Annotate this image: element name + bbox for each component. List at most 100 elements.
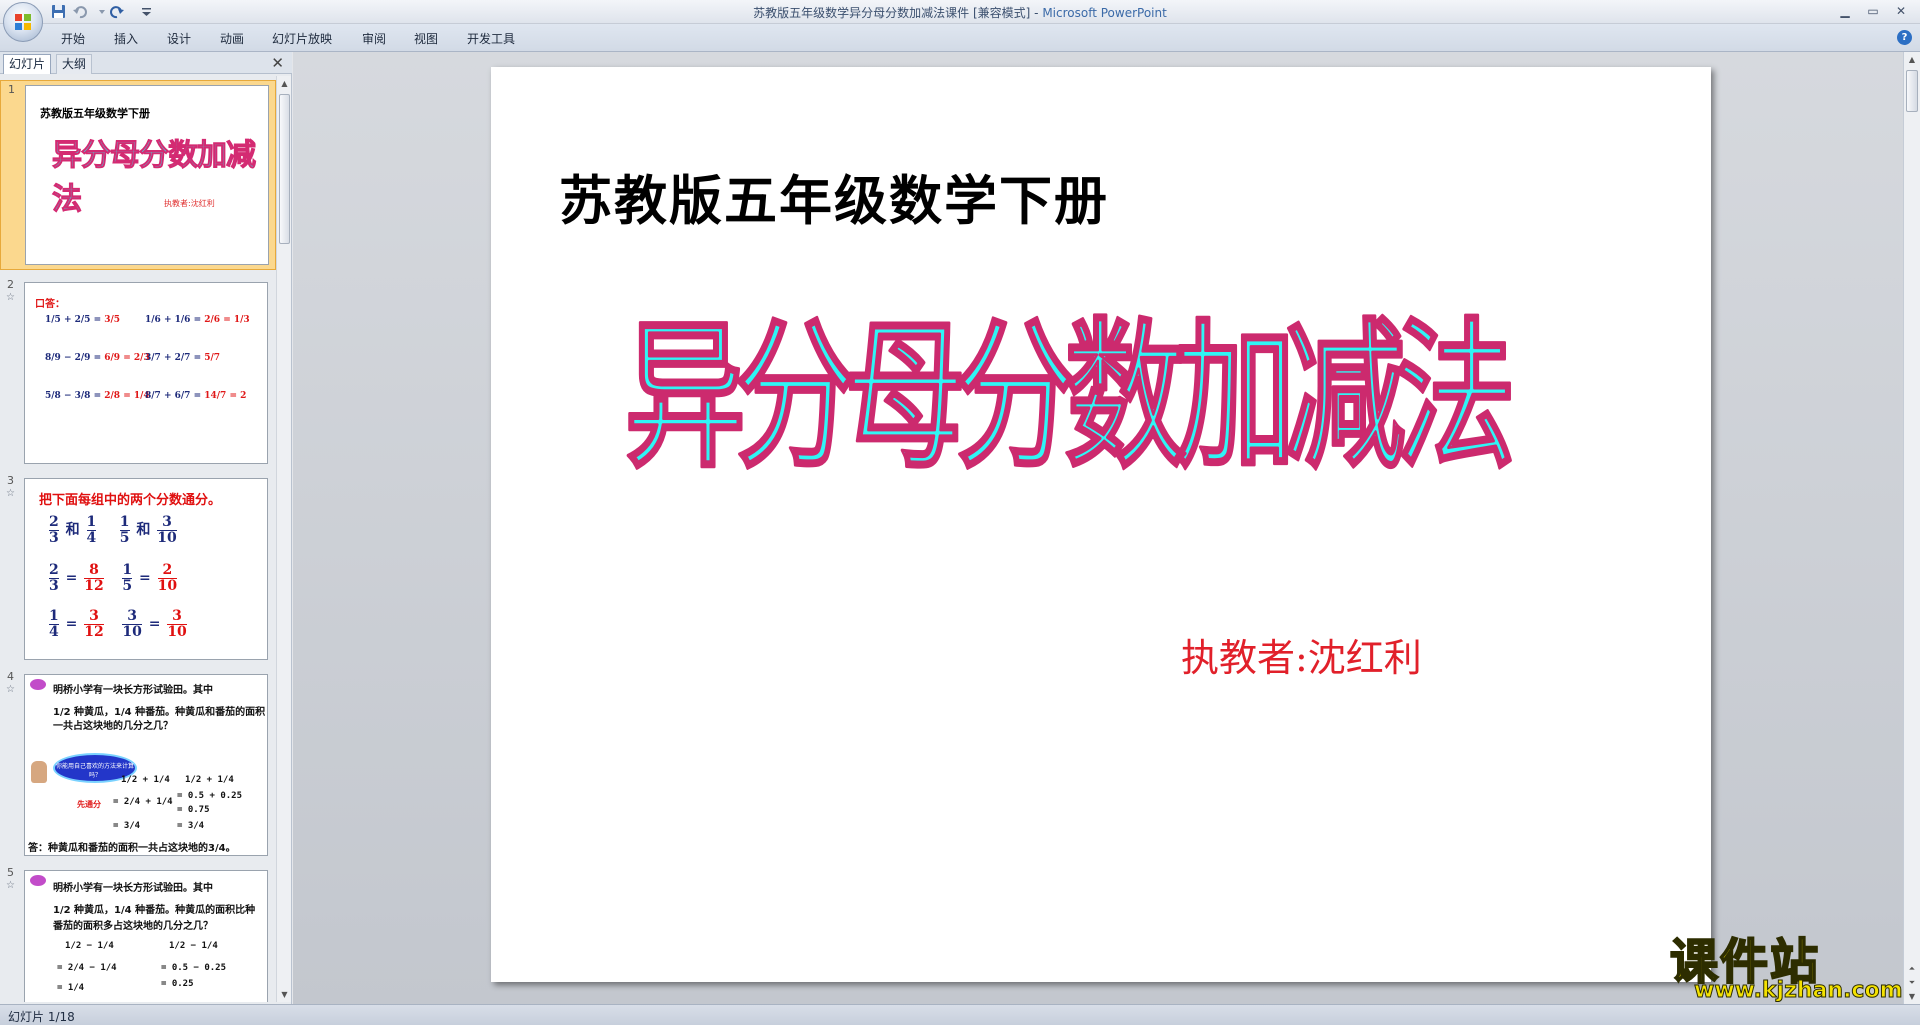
speech-bubble-icon: [30, 679, 46, 690]
thumb-method: 先通分: [77, 800, 101, 809]
slide-title-wordart[interactable]: 异分母分数加减法: [621, 292, 1522, 492]
slide-number: 1: [8, 83, 15, 96]
slide-thumbnail-2[interactable]: 2 ☆ 口答： 1/5 + 2/5 = 3/5 1/6 + 1/6 = 2/6 …: [0, 276, 276, 464]
ribbon-tabs: 开始 插入 设计 动画 幻灯片放映 审阅 视图 开发工具 ?: [0, 24, 1920, 52]
scroll-down-icon[interactable]: ▼: [277, 987, 292, 1002]
scroll-up-icon[interactable]: ▲: [1904, 52, 1920, 67]
animation-star-icon: ☆: [6, 292, 15, 303]
tab-design[interactable]: 设计: [167, 30, 191, 47]
window-title: 苏教版五年级数学异分母分数加减法课件 [兼容模式] - Microsoft Po…: [0, 4, 1920, 21]
thumb-calc: 1/2 − 1/4: [65, 941, 114, 951]
slide-number: 2: [7, 278, 14, 291]
help-icon[interactable]: ?: [1897, 30, 1912, 45]
watermark-url: www.kjzhan.com: [1694, 978, 1904, 1004]
slide-editor: 苏教版五年级数学下册 异分母分数加减法 执教者:沈红利: [293, 52, 1903, 1004]
thumbnails-scrollbar[interactable]: ▲ ▼: [276, 76, 291, 1002]
slide-thumbnail-5[interactable]: 5 ☆ 明桥小学有一块长方形试验田。其中 1/2 种黄瓜，1/4 种番茄。种黄瓜…: [0, 864, 276, 1002]
slide-counter: 幻灯片 1/18: [8, 1010, 75, 1024]
thumb-text: 1/2 种黄瓜，1/4 种番茄。种黄瓜和番茄的面积: [53, 707, 266, 718]
thumb-calc: = 3/4: [113, 821, 141, 831]
animation-star-icon: ☆: [6, 684, 15, 695]
previous-slide-icon[interactable]: ⏶: [1904, 961, 1920, 976]
thumb-text: 明桥小学有一块长方形试验田。其中: [53, 883, 213, 894]
slide-number: 3: [7, 474, 14, 487]
tab-animation[interactable]: 动画: [220, 30, 244, 47]
thumb-author: 执教者:沈红利: [164, 199, 215, 208]
thumb-line: 5/8 − 3/8 = 2/8 = 1/4: [45, 391, 150, 401]
thumb-row: 23 和 14 15 和 3 10: [49, 514, 177, 546]
thumb-subtitle: 苏教版五年级数学下册: [40, 107, 150, 120]
animation-star-icon: ☆: [6, 880, 15, 891]
slide-title: 异分母分数加减法: [625, 303, 1511, 490]
slide-thumbnail-1[interactable]: 1 苏教版五年级数学下册 异分母分数加减法 执教者:沈红利: [0, 80, 276, 270]
thumbnail-preview: 把下面每组中的两个分数通分。 23 和 14 15 和 3 10 23 = 8 12…: [24, 478, 268, 660]
close-panel-icon[interactable]: ✕: [271, 54, 284, 72]
slide-thumbnail-3[interactable]: 3 ☆ 把下面每组中的两个分数通分。 23 和 14 15 和 3 10 23 =…: [0, 472, 276, 660]
office-button[interactable]: [3, 2, 43, 42]
tab-home[interactable]: 开始: [61, 30, 85, 47]
panel-tabs: 幻灯片 大纲 ✕: [0, 52, 292, 74]
thumb-text: 明桥小学有一块长方形试验田。其中: [53, 685, 213, 696]
slide-thumbnails: 1 苏教版五年级数学下册 异分母分数加减法 执教者:沈红利 2 ☆ 口答： 1/…: [0, 76, 276, 1002]
office-logo-icon: [15, 14, 31, 30]
thumb-text: 1/2 种黄瓜，1/4 种番茄。种黄瓜的面积比种: [53, 905, 256, 916]
tab-developer[interactable]: 开发工具: [467, 30, 515, 47]
thumb-calc: = 2/4 − 1/4: [57, 963, 117, 973]
document-title: 苏教版五年级数学异分母分数加减法课件 [兼容模式] -: [753, 6, 1043, 20]
slide-subtitle[interactable]: 苏教版五年级数学下册: [559, 159, 1109, 235]
slide-canvas[interactable]: 苏教版五年级数学下册 异分母分数加减法 执教者:沈红利: [491, 67, 1711, 982]
watermark: 课件站 www.kjzhan.com: [1664, 922, 1904, 1004]
tab-view[interactable]: 视图: [414, 30, 438, 47]
thumb-calc: = 0.5 + 0.25: [177, 791, 243, 801]
slides-panel: 幻灯片 大纲 ✕ 1 苏教版五年级数学下册 异分母分数加减法 执教者:沈红利 2…: [0, 52, 292, 1004]
tab-outline[interactable]: 大纲: [56, 54, 93, 74]
thumbnail-preview: 口答： 1/5 + 2/5 = 3/5 1/6 + 1/6 = 2/6 = 1/…: [24, 282, 268, 464]
thumb-calc: = 2/4 + 1/4: [113, 797, 173, 807]
animation-star-icon: ☆: [6, 488, 15, 499]
thumb-title: 异分母分数加减法: [52, 138, 257, 218]
editor-scrollbar[interactable]: ▲ ⏶ ⏷ ▼: [1903, 52, 1920, 1004]
maximize-icon[interactable]: ▭: [1860, 2, 1886, 20]
thumbnail-preview: 明桥小学有一块长方形试验田。其中 1/2 种黄瓜，1/4 种番茄。种黄瓜和番茄的…: [24, 674, 268, 856]
next-slide-icon[interactable]: ⏷: [1904, 975, 1920, 990]
title-bar: 苏教版五年级数学异分母分数加减法课件 [兼容模式] - Microsoft Po…: [0, 0, 1920, 42]
thumb-row: 23 = 8 12 15 = 2 10: [49, 562, 178, 594]
thumb-calc: = 0.75: [177, 805, 210, 815]
thumb-row: 14 = 3 12 3 10 = 3 10: [49, 608, 187, 640]
scroll-down-icon[interactable]: ▼: [1904, 989, 1920, 1004]
slide-thumbnail-4[interactable]: 4 ☆ 明桥小学有一块长方形试验田。其中 1/2 种黄瓜，1/4 种番茄。种黄瓜…: [0, 668, 276, 856]
thumb-line: 8/9 − 2/9 = 6/9 = 2/3: [45, 353, 150, 363]
teacher-figure-icon: [31, 761, 47, 783]
thumb-calc: = 3/4: [177, 821, 205, 831]
tab-slideshow[interactable]: 幻灯片放映: [272, 30, 332, 47]
slide-author[interactable]: 执教者:沈红利: [1181, 627, 1422, 682]
status-bar: 幻灯片 1/18: [0, 1004, 1920, 1025]
tab-slides[interactable]: 幻灯片: [3, 54, 52, 74]
close-icon[interactable]: ✕: [1888, 2, 1914, 20]
thumb-line: 1/6 + 1/6 = 2/6 = 1/3: [145, 315, 250, 325]
thumb-line: 1/5 + 2/5 = 3/5: [45, 315, 121, 325]
slide-number: 5: [7, 866, 14, 879]
thumb-calc: = 1/4: [57, 983, 85, 993]
thumb-calc: 1/2 + 1/4: [121, 775, 170, 785]
thumbnail-preview: 明桥小学有一块长方形试验田。其中 1/2 种黄瓜，1/4 种番茄。种黄瓜的面积比…: [24, 870, 268, 1002]
scrollbar-thumb[interactable]: [1906, 70, 1918, 112]
thumb-text: 一共占这块地的几分之几？: [53, 721, 173, 732]
speech-bubble-icon: [30, 875, 46, 886]
thumbnail-preview: 苏教版五年级数学下册 异分母分数加减法 执教者:沈红利: [25, 85, 269, 265]
thumb-answer: 答：种黄瓜和番茄的面积一共占这块地的3/4。: [28, 843, 236, 854]
tab-review[interactable]: 审阅: [362, 30, 386, 47]
slide-number: 4: [7, 670, 14, 683]
app-name: Microsoft PowerPoint: [1042, 6, 1167, 20]
thumb-heading: 把下面每组中的两个分数通分。: [39, 493, 222, 508]
scroll-up-icon[interactable]: ▲: [277, 76, 292, 91]
scrollbar-thumb[interactable]: [279, 94, 290, 244]
thumb-calc: 1/2 + 1/4: [185, 775, 234, 785]
thumb-heading: 口答：: [35, 299, 65, 310]
thumb-line: 8/7 + 6/7 = 14/7 = 2: [145, 391, 247, 401]
thumb-line: 3/7 + 2/7 = 5/7: [145, 353, 221, 363]
thumb-calc: 1/2 − 1/4: [169, 941, 218, 951]
thumb-calc: = 0.25: [161, 979, 194, 989]
tab-insert[interactable]: 插入: [114, 30, 138, 47]
minimize-icon[interactable]: ▁: [1832, 2, 1858, 20]
